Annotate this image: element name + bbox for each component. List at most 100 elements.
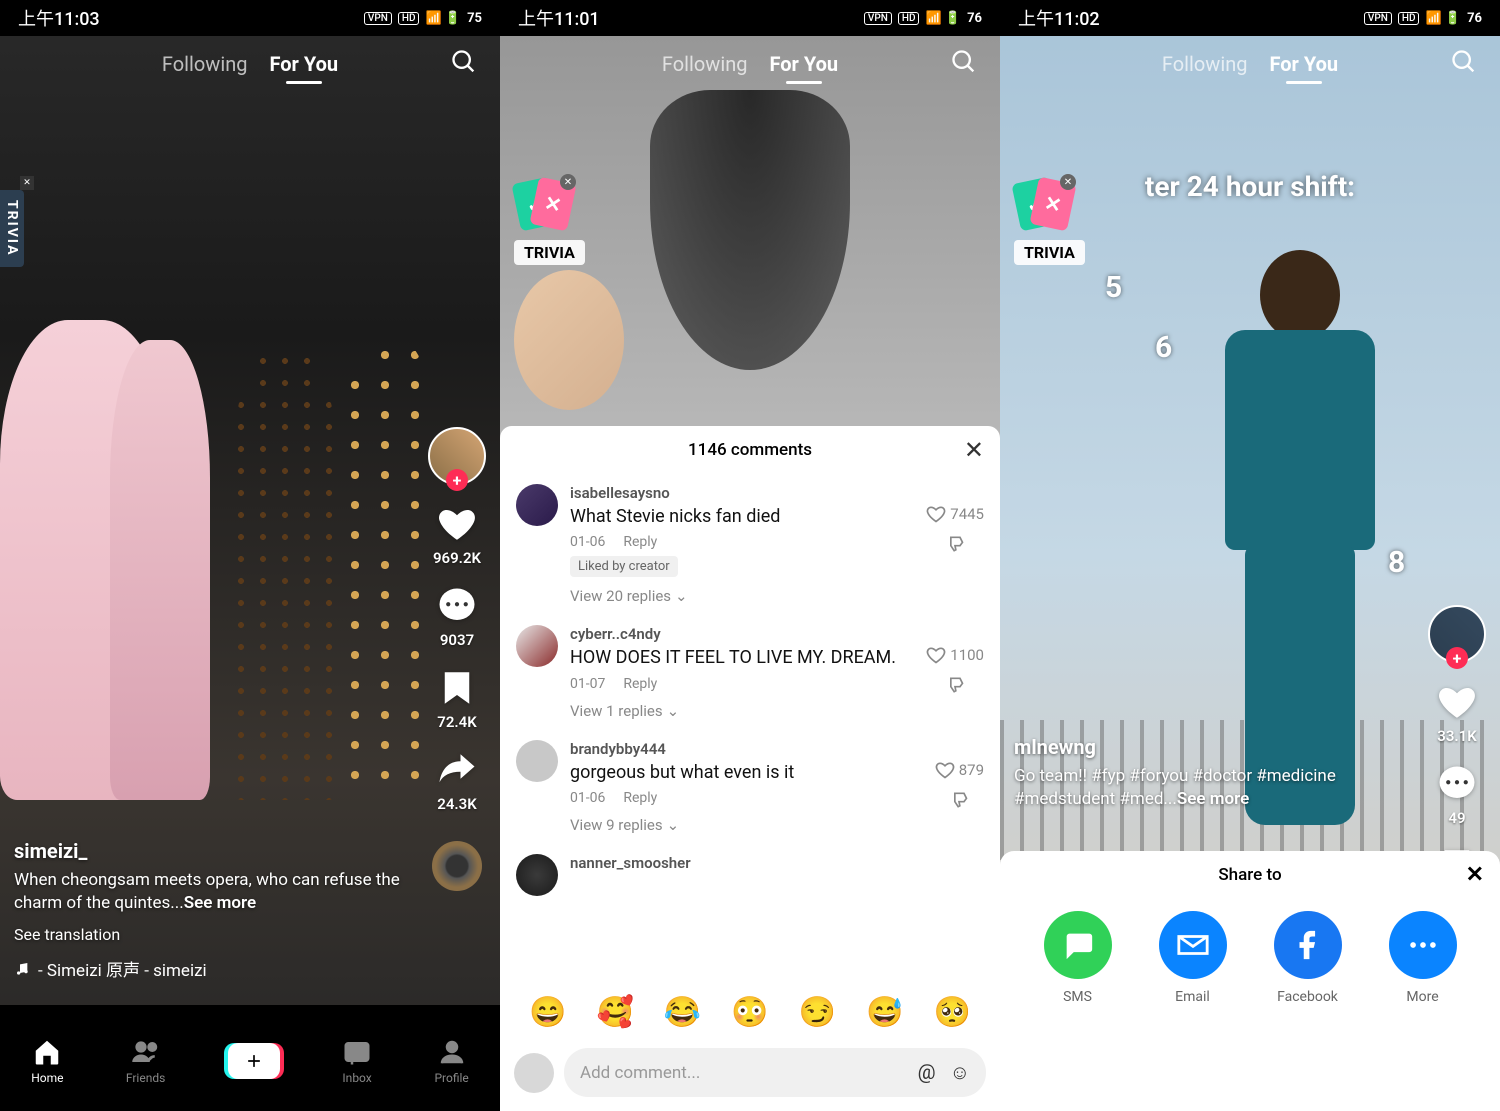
commenter-avatar[interactable] xyxy=(516,854,558,896)
hd-indicator: HD xyxy=(398,12,420,25)
trivia-badge[interactable]: ✕ TRIVIA xyxy=(514,180,585,265)
comment-text: gorgeous but what even is it xyxy=(570,761,923,784)
share-more[interactable]: More xyxy=(1389,911,1457,1005)
search-icon[interactable] xyxy=(1450,48,1478,80)
reply-button[interactable]: Reply xyxy=(623,676,657,692)
close-icon[interactable]: ✕ xyxy=(1466,863,1484,888)
tab-for-you[interactable]: For You xyxy=(1269,52,1338,76)
comment-dislike-button[interactable] xyxy=(945,534,965,558)
reply-button[interactable]: Reply xyxy=(623,790,657,806)
overlay-number: 6 xyxy=(1155,330,1172,365)
overlay-number: 8 xyxy=(1388,545,1405,580)
music-disc-icon[interactable] xyxy=(432,841,482,891)
trivia-badge[interactable]: ✕ TRIVIA xyxy=(1014,180,1085,265)
tab-following[interactable]: Following xyxy=(1162,52,1248,76)
more-icon xyxy=(1389,911,1457,979)
comment-dislike-button[interactable] xyxy=(949,790,969,814)
nav-inbox[interactable]: Inbox xyxy=(342,1037,372,1085)
comment-text: What Stevie nicks fan died xyxy=(570,505,914,528)
creator-username[interactable]: simeizi_ xyxy=(14,839,410,863)
comment-count: 9037 xyxy=(440,631,474,649)
view-replies-button[interactable]: View 9 replies ⌄ xyxy=(570,816,923,834)
commenter-username[interactable]: brandybby444 xyxy=(570,740,923,758)
battery-level: 75 xyxy=(467,11,482,26)
share-email[interactable]: Email xyxy=(1159,911,1227,1005)
top-nav: Following For You xyxy=(0,40,500,88)
comments-list[interactable]: isabellesaysno What Stevie nicks fan die… xyxy=(500,474,1000,985)
comment-item: isabellesaysno What Stevie nicks fan die… xyxy=(516,474,984,615)
emoji-option[interactable]: 🥰 xyxy=(596,995,633,1030)
commenter-avatar[interactable] xyxy=(516,484,558,526)
trivia-badge[interactable]: TRIVIA xyxy=(0,190,24,267)
comment-input[interactable]: Add comment... @ ☺ xyxy=(564,1048,986,1097)
top-nav: Following For You xyxy=(500,40,1000,88)
video-overlay-text: ter 24 hour shift: xyxy=(1145,170,1355,203)
status-time: 上午11:03 xyxy=(18,5,100,31)
phone-screen-3: 上午11:02 VPN HD 📶 🔋76 Following For You ✕… xyxy=(1000,0,1500,1111)
close-icon[interactable]: ✕ xyxy=(964,436,984,464)
share-button[interactable]: 24.3K xyxy=(436,749,478,813)
mention-icon[interactable]: @ xyxy=(918,1060,936,1085)
like-button[interactable]: 33.1K xyxy=(1436,681,1478,745)
view-replies-button[interactable]: View 20 replies ⌄ xyxy=(570,587,914,605)
search-icon[interactable] xyxy=(450,48,478,80)
creator-avatar[interactable]: + xyxy=(1428,605,1486,663)
comment-button[interactable]: 49 xyxy=(1436,763,1478,827)
comment-like-button[interactable]: 879 xyxy=(935,760,984,780)
trivia-close-icon[interactable]: ✕ xyxy=(1060,174,1076,190)
commenter-avatar[interactable] xyxy=(516,740,558,782)
comment-item: cyberr..c4ndy HOW DOES IT FEEL TO LIVE M… xyxy=(516,615,984,729)
search-icon[interactable] xyxy=(950,48,978,80)
creator-avatar[interactable]: + xyxy=(428,427,486,485)
video-caption[interactable]: When cheongsam meets opera, who can refu… xyxy=(14,869,410,915)
tab-for-you[interactable]: For You xyxy=(269,52,338,76)
emoji-option[interactable]: 😏 xyxy=(799,995,836,1030)
reply-button[interactable]: Reply xyxy=(623,534,657,550)
emoji-icon[interactable]: ☺ xyxy=(950,1060,970,1085)
view-replies-button[interactable]: View 1 replies ⌄ xyxy=(570,702,914,720)
comment-button[interactable]: 9037 xyxy=(436,585,478,649)
tab-following[interactable]: Following xyxy=(662,52,748,76)
save-button[interactable]: 72.4K xyxy=(436,667,478,731)
nav-home[interactable]: Home xyxy=(31,1037,63,1085)
commenter-avatar[interactable] xyxy=(516,625,558,667)
creator-username[interactable]: mlnewng xyxy=(1014,735,1390,759)
video-content-face xyxy=(514,270,624,410)
comment-item: nanner_smoosher xyxy=(516,844,984,906)
emoji-option[interactable]: 🥺 xyxy=(934,995,971,1030)
nav-profile[interactable]: Profile xyxy=(434,1037,468,1085)
tab-for-you[interactable]: For You xyxy=(769,52,838,76)
emoji-option[interactable]: 😳 xyxy=(731,995,768,1030)
nav-friends[interactable]: Friends xyxy=(126,1037,165,1085)
like-count: 33.1K xyxy=(1437,727,1476,745)
tab-following[interactable]: Following xyxy=(162,52,248,76)
chevron-down-icon: ⌄ xyxy=(675,587,688,605)
status-indicators: VPN HD 📶 🔋76 xyxy=(1364,11,1482,26)
comment-dislike-button[interactable] xyxy=(945,675,965,699)
vpn-indicator: VPN xyxy=(364,12,392,25)
nav-create-button[interactable] xyxy=(228,1043,280,1079)
like-button[interactable]: 969.2K xyxy=(433,503,481,567)
video-content xyxy=(650,90,850,370)
see-more-button[interactable]: See more xyxy=(1177,789,1249,809)
see-translation-button[interactable]: See translation xyxy=(14,925,410,944)
top-nav: Following For You xyxy=(1000,40,1500,88)
comment-like-button[interactable]: 7445 xyxy=(926,504,984,524)
commenter-username[interactable]: cyberr..c4ndy xyxy=(570,625,914,643)
trivia-close-icon[interactable]: ✕ xyxy=(20,176,34,190)
sms-icon xyxy=(1044,911,1112,979)
emoji-option[interactable]: 😂 xyxy=(664,995,701,1030)
music-info[interactable]: - Simeizi 原声 - simeizi xyxy=(14,956,410,981)
emoji-option[interactable]: 😄 xyxy=(529,995,566,1030)
commenter-username[interactable]: isabellesaysno xyxy=(570,484,914,502)
my-avatar[interactable] xyxy=(514,1053,554,1093)
video-caption[interactable]: Go team!! #fyp #foryou #doctor #medicine… xyxy=(1014,765,1390,811)
trivia-close-icon[interactable]: ✕ xyxy=(560,174,576,190)
share-sms[interactable]: SMS xyxy=(1044,911,1112,1005)
commenter-username[interactable]: nanner_smoosher xyxy=(570,854,984,872)
status-bar: 上午11:03 VPN HD 📶 🔋75 xyxy=(0,0,500,36)
comment-like-button[interactable]: 1100 xyxy=(926,645,984,665)
share-facebook[interactable]: Facebook xyxy=(1274,911,1342,1005)
emoji-option[interactable]: 😅 xyxy=(866,995,903,1030)
see-more-button[interactable]: See more xyxy=(184,893,256,913)
